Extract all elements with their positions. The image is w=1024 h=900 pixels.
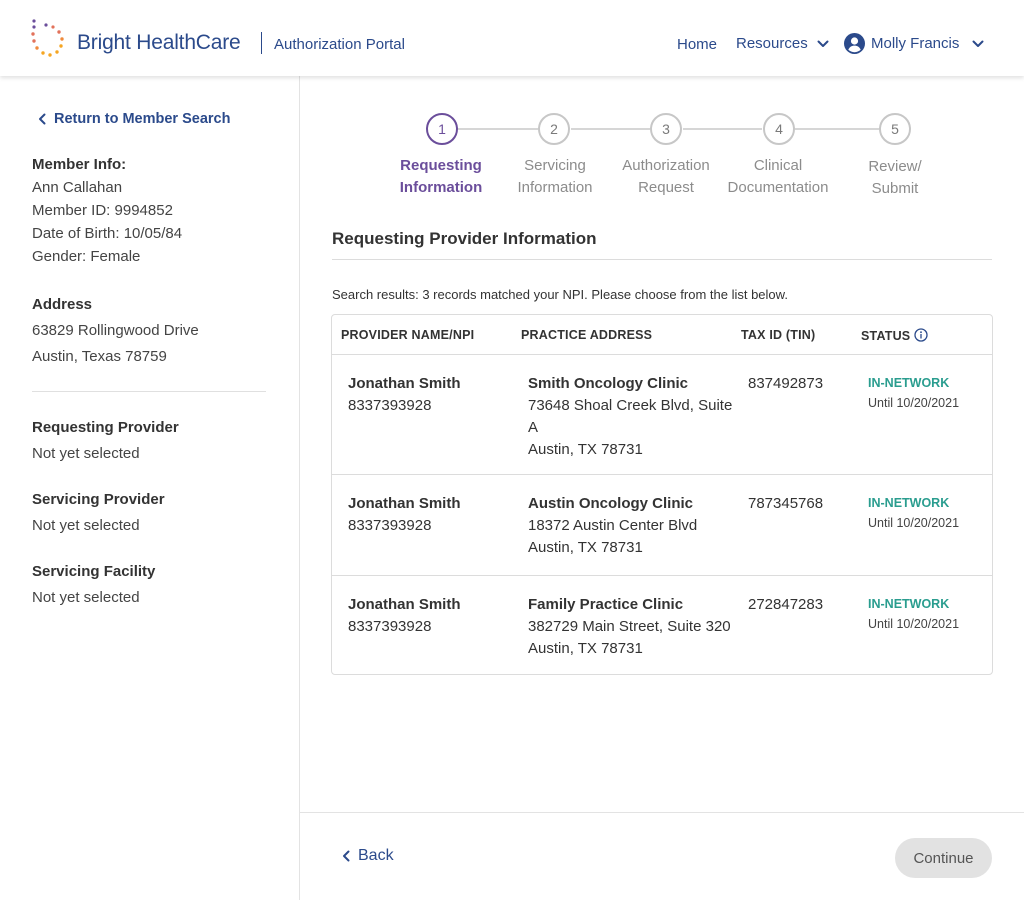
user-name: Molly Francis — [871, 35, 960, 52]
clinic-name: Family Practice Clinic — [528, 596, 684, 613]
requesting-provider-value: Not yet selected — [32, 445, 140, 462]
address-cell: Family Practice Clinic 382729 Main Stree… — [528, 594, 758, 660]
header-provider-name: PROVIDER NAME/NPI — [341, 328, 475, 342]
member-id: Member ID: 9994852 — [32, 202, 173, 219]
step-connector — [683, 128, 762, 130]
step-connector — [795, 128, 879, 130]
app-header: Bright HealthCare Authorization Portal H… — [0, 0, 1024, 76]
clinic-name: Smith Oncology Clinic — [528, 375, 689, 392]
chevron-down-icon — [972, 40, 984, 47]
portal-name: Authorization Portal — [274, 36, 405, 53]
brand-divider — [261, 32, 262, 54]
return-to-member-search-link[interactable]: Return to Member Search — [38, 111, 230, 127]
section-divider — [332, 259, 992, 260]
clinic-name: Austin Oncology Clinic — [528, 495, 694, 512]
provider-npi: 8337393928 — [348, 517, 432, 534]
step-connector — [571, 128, 650, 130]
section-title: Requesting Provider Information — [332, 229, 597, 248]
member-name: Ann Callahan — [32, 179, 123, 196]
status-until: Until 10/20/2021 — [868, 516, 960, 530]
provider-npi: 8337393928 — [348, 397, 432, 414]
status-cell: IN-NETWORK Until 10/20/2021 — [868, 493, 959, 533]
provider-name: Jonathan Smith — [348, 375, 461, 392]
status-cell: IN-NETWORK Until 10/20/2021 — [868, 594, 959, 634]
table-row[interactable]: Jonathan Smith 8337393928 Smith Oncology… — [332, 355, 992, 475]
step-5-circle: 5 — [879, 113, 911, 145]
address-cell: Austin Oncology Clinic 18372 Austin Cent… — [528, 493, 743, 559]
servicing-facility-value: Not yet selected — [32, 589, 140, 606]
servicing-provider-label: Servicing Provider — [32, 491, 165, 508]
clinic-street: 73648 Shoal Creek Blvd, Suite A — [528, 397, 733, 436]
provider-results-table: PROVIDER NAME/NPI PRACTICE ADDRESS TAX I… — [331, 314, 993, 675]
step-5-label: Review/Submit — [868, 158, 922, 197]
status-until: Until 10/20/2021 — [868, 617, 960, 631]
step-4-label: Clinical Documentation — [727, 157, 829, 196]
status-badge: IN-NETWORK — [868, 496, 950, 510]
provider-cell: Jonathan Smith 8337393928 — [348, 373, 461, 417]
nav-home-link[interactable]: Home — [677, 36, 717, 53]
servicing-facility-label: Servicing Facility — [32, 563, 156, 580]
info-icon[interactable] — [914, 328, 929, 342]
clinic-street: 18372 Austin Center Blvd — [528, 517, 698, 534]
clinic-city: Austin, TX 78731 — [528, 539, 643, 556]
address-line1: 63829 Rollingwood Drive — [32, 322, 199, 339]
tax-id: 272847283 — [748, 596, 824, 613]
status-cell: IN-NETWORK Until 10/20/2021 — [868, 373, 959, 413]
user-circle-icon — [844, 33, 865, 54]
provider-cell: Jonathan Smith 8337393928 — [348, 594, 461, 638]
clinic-city: Austin, TX 78731 — [528, 441, 643, 458]
provider-npi: 8337393928 — [348, 618, 432, 635]
search-results-text: Search results: 3 records matched your N… — [332, 287, 788, 302]
member-dob: Date of Birth: 10/05/84 — [32, 225, 183, 242]
return-link-label: Return to Member Search — [54, 111, 231, 127]
provider-cell: Jonathan Smith 8337393928 — [348, 493, 461, 537]
step-2-label: Servicing Information — [517, 157, 593, 196]
back-button[interactable]: Back — [342, 847, 394, 865]
logo-dots-icon — [31, 19, 64, 57]
provider-name: Jonathan Smith — [348, 596, 461, 613]
step-3-circle: 3 — [650, 113, 682, 145]
member-info-label: Member Info: — [32, 156, 127, 173]
status-until: Until 10/20/2021 — [868, 396, 960, 410]
requesting-provider-label: Requesting Provider — [32, 419, 179, 436]
clinic-city: Austin, TX 78731 — [528, 640, 643, 657]
step-3-label: Authorization Request — [622, 157, 710, 196]
address-label: Address — [32, 296, 93, 313]
chevron-left-icon — [39, 113, 46, 125]
table-row[interactable]: Jonathan Smith 8337393928 Austin Oncolog… — [332, 475, 992, 576]
status-badge: IN-NETWORK — [868, 376, 950, 390]
tax-id: 787345768 — [748, 495, 824, 512]
header-status-label: STATUS — [861, 329, 911, 343]
member-gender: Gender: Female — [32, 248, 141, 265]
nav-resources-label: Resources — [736, 35, 808, 52]
header-practice-address: PRACTICE ADDRESS — [521, 328, 653, 342]
header-status: STATUS — [861, 328, 929, 343]
continue-button[interactable]: Continue — [895, 838, 992, 878]
address-line2: Austin, Texas 78759 — [32, 348, 167, 365]
step-4-circle: 4 — [763, 113, 795, 145]
chevron-left-icon — [343, 850, 350, 862]
sidebar-divider — [32, 391, 266, 392]
status-badge: IN-NETWORK — [868, 597, 950, 611]
step-2-circle: 2 — [538, 113, 570, 145]
header-tax-id: TAX ID (TIN) — [741, 328, 816, 342]
provider-name: Jonathan Smith — [348, 495, 461, 512]
address-cell: Smith Oncology Clinic 73648 Shoal Creek … — [528, 373, 743, 461]
tax-id: 837492873 — [748, 375, 824, 392]
user-menu[interactable]: Molly Francis — [844, 33, 984, 54]
step-connector — [458, 128, 538, 130]
step-1-label: Requesting Information — [399, 157, 483, 196]
step-1-circle: 1 — [426, 113, 458, 145]
brand-name: Bright HealthCare — [77, 31, 241, 54]
chevron-down-icon — [817, 40, 829, 47]
table-header: PROVIDER NAME/NPI PRACTICE ADDRESS TAX I… — [332, 315, 992, 355]
servicing-provider-value: Not yet selected — [32, 517, 140, 534]
wizard-footer: Back Continue — [300, 812, 1024, 900]
clinic-street: 382729 Main Street, Suite 320 — [528, 618, 731, 635]
table-row[interactable]: Jonathan Smith 8337393928 Family Practic… — [332, 576, 992, 674]
nav-resources-menu[interactable]: Resources — [736, 35, 829, 52]
member-sidebar: Return to Member Search Member Info: Ann… — [0, 76, 300, 900]
back-button-label: Back — [358, 847, 394, 864]
